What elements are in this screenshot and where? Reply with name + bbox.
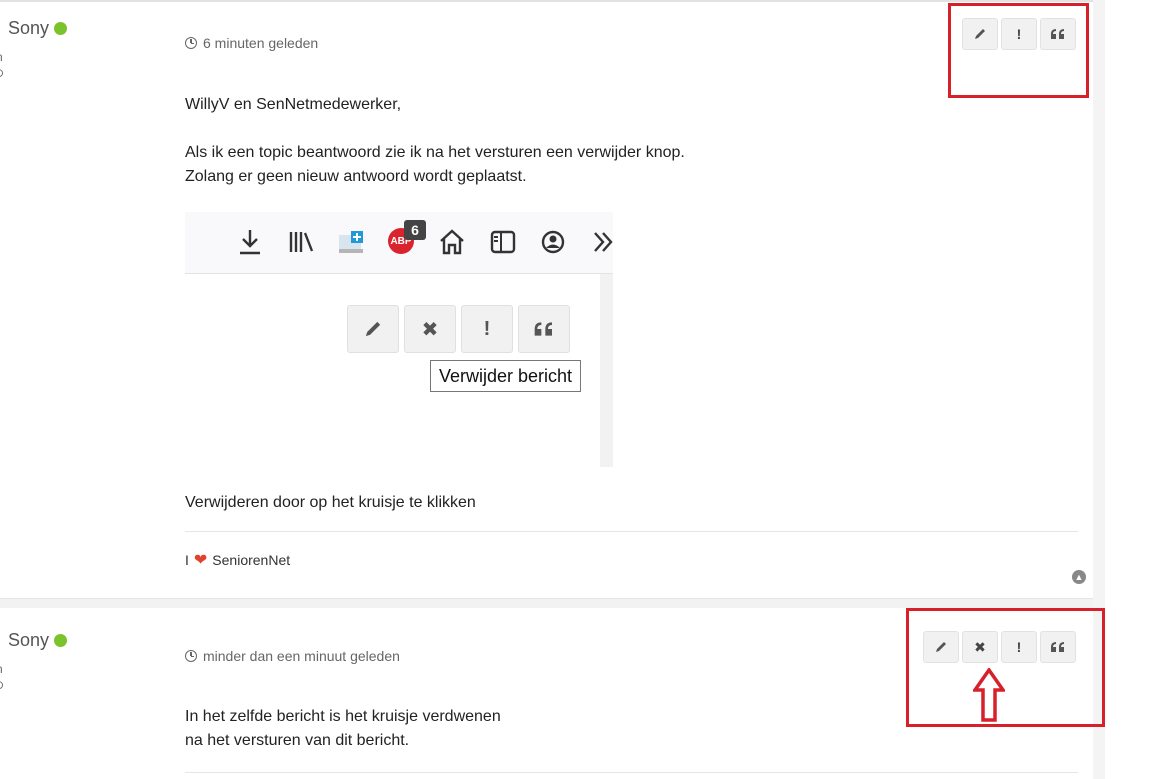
screenshot-icon [339, 231, 363, 253]
delete-button: ✖ [404, 305, 456, 353]
post-timestamp: minder dan een minuut geleden [185, 648, 400, 664]
quote-icon [534, 322, 552, 336]
online-status-icon [54, 22, 68, 35]
clock-icon [185, 37, 197, 49]
tooltip: Verwijder bericht [430, 360, 582, 392]
sidebar-icon [490, 230, 516, 254]
post-text-line: na het versturen van dit bericht. [185, 732, 410, 749]
author-meta-icon: ⊙ [0, 66, 4, 80]
highlight-box [906, 608, 1105, 727]
divider [185, 772, 1078, 773]
timestamp-text: 6 minuten geleden [203, 35, 319, 51]
report-icon: ! [483, 317, 491, 340]
back-to-top-icon[interactable]: ▲ [1072, 570, 1086, 584]
arrow-up-icon [973, 668, 1005, 722]
divider [185, 531, 1078, 532]
embedded-post-actions: ✖ ! [347, 305, 570, 353]
signature-name: SeniorenNet [212, 552, 291, 568]
home-icon [440, 229, 464, 255]
post-greeting: WillyV en SenNetmedewerker, [185, 96, 402, 113]
post-text-line: Zolang er geen nieuw antwoord wordt gepl… [185, 168, 527, 185]
download-icon [240, 230, 260, 255]
edit-button [347, 305, 399, 353]
author-name[interactable]: Sony [8, 630, 49, 651]
browser-toolbar: ABP 6 [185, 212, 613, 274]
timestamp-text: minder dan een minuut geleden [203, 648, 400, 664]
edit-icon [365, 321, 381, 337]
adblock-count-badge: 6 [404, 220, 426, 240]
post-text-line: Als ik een topic beantwoord zie ik na he… [185, 144, 685, 161]
library-icon [289, 232, 314, 252]
delete-icon: ✖ [421, 318, 439, 341]
post-author[interactable]: Sony [8, 18, 68, 39]
signature: I ❤ SeniorenNet [185, 550, 290, 570]
report-button: ! [461, 305, 513, 353]
author-name[interactable]: Sony [8, 18, 49, 39]
clock-icon [185, 650, 197, 662]
account-icon [541, 230, 565, 254]
post-author[interactable]: Sony [8, 630, 68, 651]
forum-post: Sony n ⊙ 6 minuten geleden ! WillyV en S… [0, 0, 1093, 598]
heart-icon: ❤ [193, 552, 208, 569]
post-separator [0, 598, 1093, 608]
highlight-box [948, 3, 1089, 98]
overflow-icon [594, 232, 613, 252]
online-status-icon [54, 634, 68, 647]
signature-prefix: I [185, 552, 189, 568]
scrollbar [600, 274, 613, 467]
quote-button [518, 305, 570, 353]
author-meta-icon: ⊙ [0, 678, 4, 692]
post-text-line: Verwijderen door op het kruisje te klikk… [185, 494, 476, 511]
author-meta: n [0, 662, 3, 676]
author-meta: n [0, 50, 3, 64]
post-text-line: In het zelfde bericht is het kruisje ver… [185, 708, 501, 725]
embedded-screenshot: ABP 6 ✖ ! Verwijder bericht [185, 212, 613, 467]
post-timestamp: 6 minuten geleden [185, 35, 318, 51]
